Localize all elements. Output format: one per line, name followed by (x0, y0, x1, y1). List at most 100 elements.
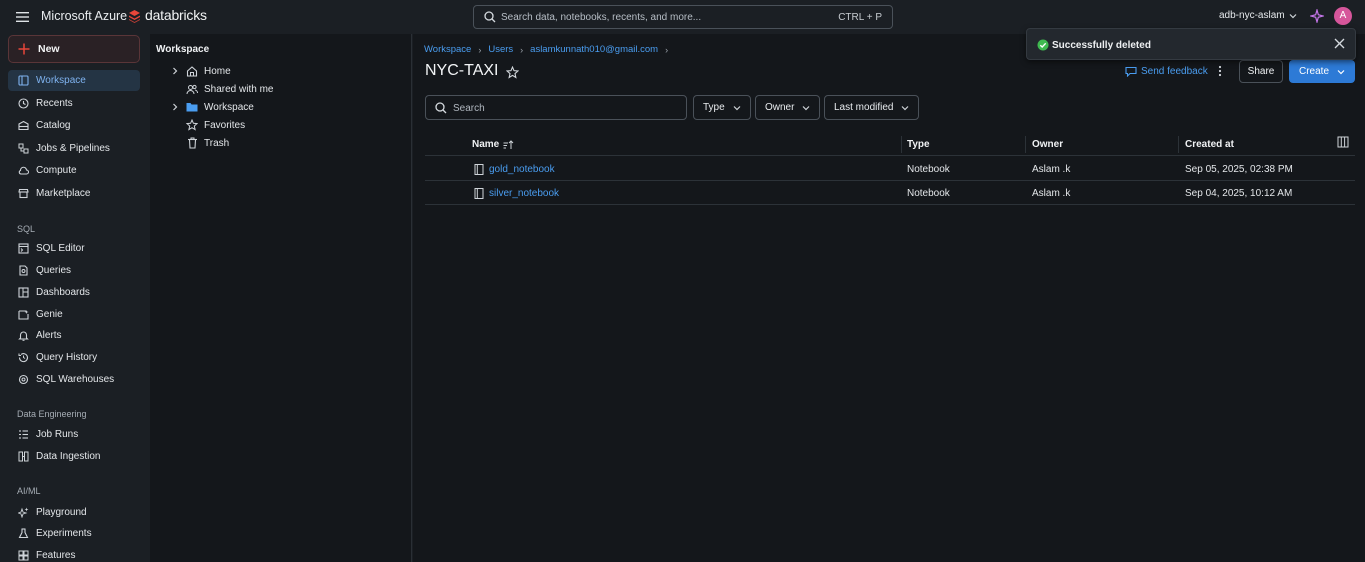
column-header-created-at[interactable]: Created at (1185, 139, 1234, 150)
nav-item-queries[interactable]: Queries (8, 260, 140, 281)
row-name[interactable]: silver_notebook (474, 188, 559, 199)
new-button[interactable]: New (8, 35, 140, 63)
breadcrumb-user-email[interactable]: aslamkunnath010@gmail.com (530, 44, 658, 55)
column-divider[interactable] (1178, 136, 1179, 153)
column-divider[interactable] (901, 136, 902, 153)
nav-item-label: Marketplace (36, 188, 91, 199)
breadcrumb: Workspace › Users › aslamkunnath010@gmai… (424, 44, 668, 55)
column-header-label: Name (472, 139, 500, 150)
row-created-at: Sep 04, 2025, 10:12 AM (1185, 188, 1293, 199)
last-modified-filter[interactable]: Last modified (824, 95, 920, 120)
row-name[interactable]: gold_notebook (474, 164, 555, 175)
nav-item-label: Data Ingestion (36, 451, 101, 462)
table-row[interactable]: gold_notebook Notebook Aslam .k Sep 05, … (425, 157, 1355, 181)
catalog-icon (18, 120, 29, 131)
tree-item-label: Favorites (204, 119, 246, 131)
nav-item-job-runs[interactable]: Job Runs (8, 424, 140, 445)
column-picker-icon[interactable] (1337, 136, 1349, 148)
nav-item-features[interactable]: Features (8, 545, 140, 562)
toast-message: Successfully deleted (1052, 40, 1151, 51)
column-divider[interactable] (1025, 136, 1026, 153)
chevron-right-icon[interactable] (170, 67, 180, 75)
tree-item-home[interactable]: Home (170, 63, 231, 79)
list-icon (18, 429, 29, 440)
nav-item-playground[interactable]: Playground (8, 502, 140, 523)
nav-item-workspace[interactable]: Workspace (8, 70, 140, 91)
more-options-icon[interactable] (1218, 65, 1222, 77)
close-icon[interactable] (1334, 38, 1345, 49)
table-row[interactable]: silver_notebook Notebook Aslam .k Sep 04… (425, 181, 1355, 205)
chevron-right-icon[interactable] (170, 103, 180, 111)
nav-item-marketplace[interactable]: Marketplace (8, 183, 140, 204)
notebook-link[interactable]: silver_notebook (489, 188, 559, 199)
breadcrumb-workspace[interactable]: Workspace (424, 44, 471, 55)
global-search[interactable]: Search data, notebooks, recents, and mor… (473, 5, 893, 29)
trash-icon (186, 137, 198, 149)
tree-item-shared-with-me[interactable]: Shared with me (170, 81, 273, 97)
row-owner: Aslam .k (1032, 188, 1071, 199)
nav-item-label: Playground (36, 507, 87, 518)
table-header: Name Type Owner Created at (425, 132, 1355, 156)
azure-brand[interactable]: Microsoft Azure (41, 9, 127, 23)
workspace-selector[interactable]: adb-nyc-aslam (1219, 10, 1297, 21)
owner-filter[interactable]: Owner (755, 95, 821, 120)
chevron-right-icon: › (478, 44, 482, 55)
nav-item-label: Job Runs (36, 429, 79, 440)
nav-section-sql: SQL (17, 224, 36, 234)
tree-item-workspace[interactable]: Workspace (170, 99, 254, 115)
share-button[interactable]: Share (1239, 60, 1283, 83)
nav-item-alerts[interactable]: Alerts (8, 325, 140, 346)
genie-icon (18, 309, 29, 320)
row-type: Notebook (907, 164, 950, 175)
notebook-link[interactable]: gold_notebook (489, 164, 555, 175)
column-header-name[interactable]: Name (472, 139, 514, 150)
favorite-star-icon[interactable] (506, 66, 519, 79)
column-header-owner[interactable]: Owner (1032, 139, 1063, 150)
create-button[interactable]: Create (1289, 60, 1355, 83)
nav-item-query-history[interactable]: Query History (8, 347, 140, 368)
store-icon (18, 188, 29, 199)
type-filter-label: Type (703, 102, 725, 113)
type-filter[interactable]: Type (693, 95, 751, 120)
last-modified-filter-label: Last modified (834, 102, 894, 113)
file-search[interactable] (425, 95, 687, 120)
column-header-type[interactable]: Type (907, 139, 930, 150)
menu-icon[interactable] (16, 11, 30, 23)
plus-icon (18, 43, 30, 55)
nav-item-sql-editor[interactable]: SQL Editor (8, 238, 140, 259)
flask-icon (18, 528, 29, 539)
nav-item-dashboards[interactable]: Dashboards (8, 282, 140, 303)
nav-item-experiments[interactable]: Experiments (8, 523, 140, 544)
chevron-down-icon (802, 105, 810, 111)
nav-item-jobs-pipelines[interactable]: Jobs & Pipelines (8, 138, 140, 159)
sparkle-icon (18, 507, 29, 518)
file-search-input[interactable] (453, 100, 673, 116)
nav-item-compute[interactable]: Compute (8, 160, 140, 181)
nav-item-recents[interactable]: Recents (8, 93, 140, 114)
tree-title: Workspace (156, 44, 210, 55)
nav-item-data-ingestion[interactable]: Data Ingestion (8, 446, 140, 467)
nav-item-label: Alerts (36, 330, 62, 341)
bell-icon (18, 330, 29, 341)
assistant-sparkle-icon[interactable] (1310, 9, 1324, 23)
avatar[interactable]: A (1334, 7, 1352, 25)
chevron-down-icon (1337, 69, 1345, 75)
nav-item-genie[interactable]: Genie (8, 304, 140, 325)
nav-item-label: SQL Editor (36, 243, 85, 254)
send-feedback-label: Send feedback (1141, 66, 1208, 77)
breadcrumb-users[interactable]: Users (488, 44, 513, 55)
nav-item-catalog[interactable]: Catalog (8, 115, 140, 136)
sort-icon[interactable] (503, 139, 514, 150)
history-icon (18, 352, 29, 363)
editor-icon (18, 243, 29, 254)
queries-icon (18, 265, 29, 276)
nav-item-sql-warehouses[interactable]: SQL Warehouses (8, 369, 140, 390)
databricks-logo-icon[interactable] (128, 9, 141, 23)
features-icon (18, 550, 29, 561)
nav-item-label: SQL Warehouses (36, 374, 115, 385)
databricks-brand[interactable]: databricks (145, 7, 207, 23)
tree-item-favorites[interactable]: Favorites (170, 117, 245, 133)
send-feedback-link[interactable]: Send feedback (1125, 66, 1208, 77)
tree-item-trash[interactable]: Trash (170, 135, 229, 151)
home-icon (186, 65, 198, 77)
